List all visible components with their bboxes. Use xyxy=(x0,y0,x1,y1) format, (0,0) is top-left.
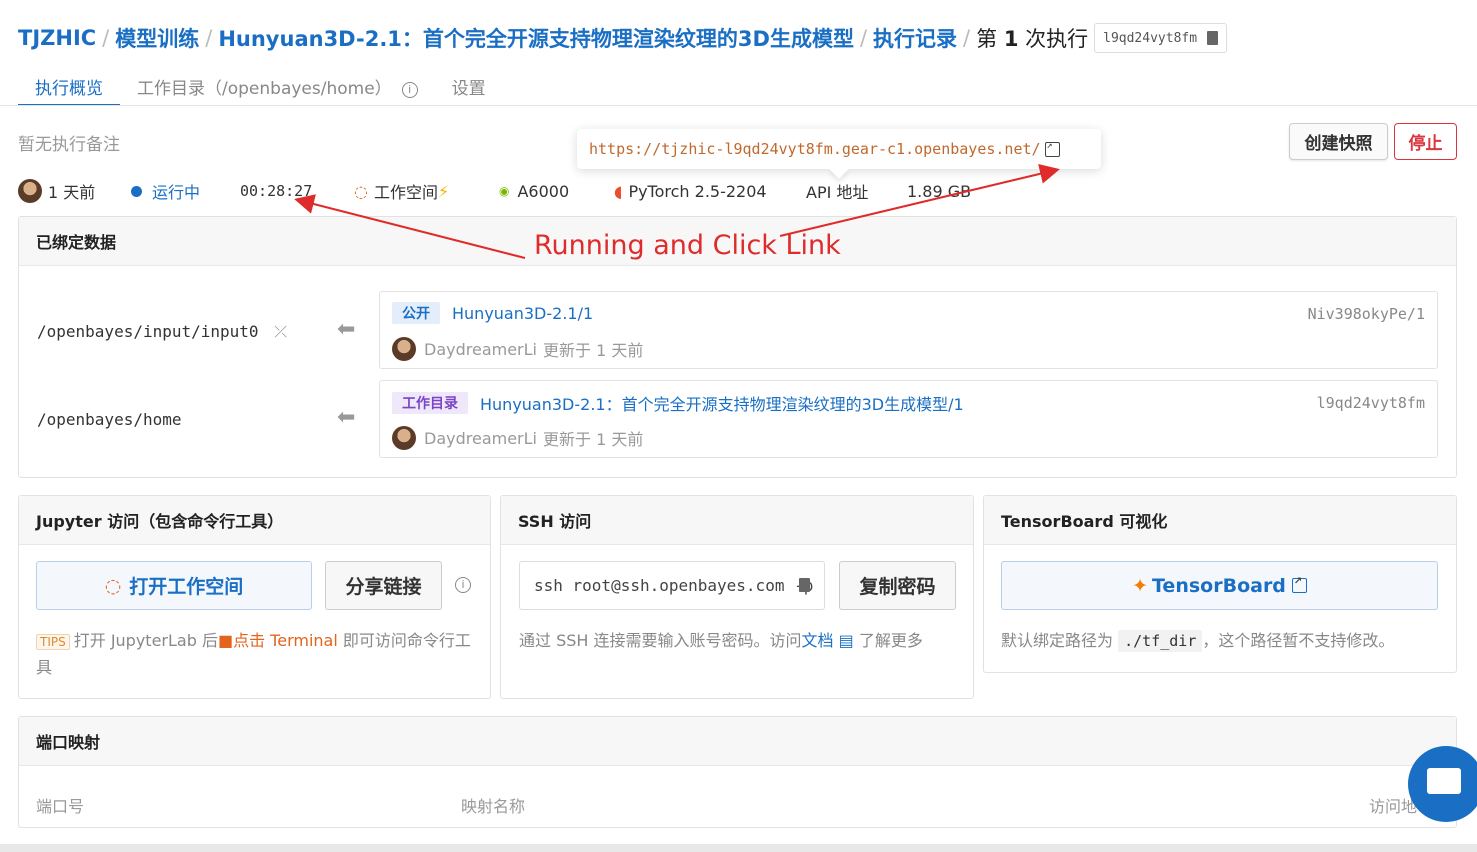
chat-support-icon[interactable] xyxy=(1408,746,1477,822)
annotation-arrows xyxy=(294,163,1060,259)
annotation-text: Running and Click Link xyxy=(534,230,841,261)
annotation-arrow-link xyxy=(779,163,1060,237)
annotation-arrow-timer xyxy=(294,194,526,259)
